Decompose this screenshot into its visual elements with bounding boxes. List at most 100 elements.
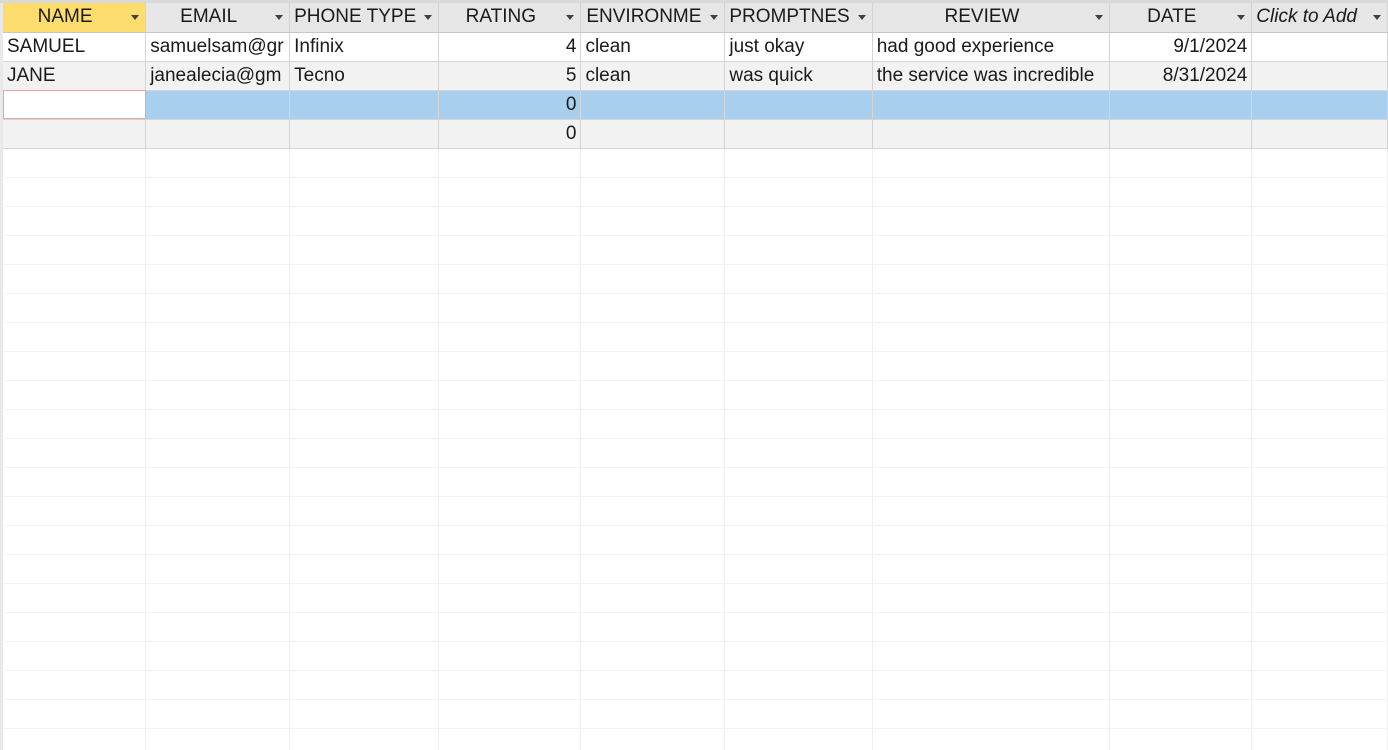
cell-rating[interactable]: 4 xyxy=(438,32,582,62)
empty-grid-cell xyxy=(580,525,726,555)
empty-grid-row xyxy=(3,612,1388,642)
dropdown-arrow-icon[interactable] xyxy=(566,15,575,20)
empty-grid-cell xyxy=(438,235,582,265)
cell-environment[interactable] xyxy=(580,119,726,149)
empty-grid-cell xyxy=(438,554,582,584)
cell-name[interactable]: JANE xyxy=(3,61,147,91)
cell-email[interactable] xyxy=(145,119,291,149)
empty-grid-cell xyxy=(438,728,582,750)
cell-review[interactable]: had good experience xyxy=(872,32,1111,62)
column-header-click-to-add[interactable]: Click to Add xyxy=(1251,3,1388,33)
empty-grid-cell xyxy=(1251,177,1388,207)
cell-environment[interactable]: clean xyxy=(580,61,726,91)
new-record-row: 0 xyxy=(3,90,1388,120)
empty-grid-cell xyxy=(724,322,873,352)
cell-phone-type[interactable] xyxy=(289,119,440,149)
empty-grid-cell xyxy=(3,351,147,381)
cell-name[interactable] xyxy=(3,119,147,149)
empty-grid-cell xyxy=(1109,670,1253,700)
cell-environment[interactable]: clean xyxy=(580,32,726,62)
empty-grid-cell xyxy=(1251,496,1388,526)
empty-grid-cell xyxy=(438,264,582,294)
empty-grid-cell xyxy=(3,293,147,323)
dropdown-arrow-icon[interactable] xyxy=(857,15,866,20)
cell-rating[interactable]: 5 xyxy=(438,61,582,91)
empty-grid-cell xyxy=(1251,264,1388,294)
empty-grid-cell xyxy=(438,293,582,323)
empty-grid-cell xyxy=(580,380,726,410)
empty-grid-row xyxy=(3,496,1388,526)
cell-phone-type[interactable]: Infinix xyxy=(289,32,440,62)
empty-grid-cell xyxy=(145,206,291,236)
empty-grid-cell xyxy=(289,409,440,439)
dropdown-arrow-icon[interactable] xyxy=(1373,15,1381,20)
column-header-promptness[interactable]: PROMPTNES xyxy=(724,3,873,33)
empty-grid-row xyxy=(3,467,1388,497)
cell-phone-type[interactable]: Tecno xyxy=(289,61,440,91)
empty-grid-cell xyxy=(289,380,440,410)
cell-rating[interactable]: 0 xyxy=(438,90,582,120)
empty-grid-cell xyxy=(580,612,726,642)
cell-review[interactable] xyxy=(872,119,1111,149)
empty-grid-cell xyxy=(438,612,582,642)
cell-date[interactable]: 8/31/2024 xyxy=(1109,61,1253,91)
cell-name[interactable]: SAMUEL xyxy=(3,32,147,62)
dropdown-arrow-icon[interactable] xyxy=(424,15,433,20)
column-header-name[interactable]: NAME xyxy=(3,3,147,33)
column-header-environment[interactable]: ENVIRONME xyxy=(580,3,726,33)
column-header-rating[interactable]: RATING xyxy=(438,3,582,33)
column-header-date[interactable]: DATE xyxy=(1109,3,1253,33)
dropdown-arrow-icon[interactable] xyxy=(710,15,719,20)
column-header-phone-type[interactable]: PHONE TYPE xyxy=(289,3,440,33)
empty-grid-cell xyxy=(872,438,1111,468)
empty-grid-cell xyxy=(1109,206,1253,236)
empty-grid-cell xyxy=(145,467,291,497)
empty-grid-cell xyxy=(145,496,291,526)
column-header-review[interactable]: REVIEW xyxy=(872,3,1111,33)
empty-grid-cell xyxy=(1109,380,1253,410)
empty-grid-cell xyxy=(289,554,440,584)
cell-environment[interactable] xyxy=(580,90,726,120)
cell-promptness[interactable]: just okay xyxy=(724,32,873,62)
cell-email[interactable] xyxy=(145,90,291,120)
empty-grid-cell xyxy=(724,264,873,294)
cell-promptness[interactable]: was quick xyxy=(724,61,873,91)
cell-phone-type[interactable] xyxy=(289,90,440,120)
cell-date[interactable]: 9/1/2024 xyxy=(1109,32,1253,62)
empty-grid-cell xyxy=(872,699,1111,729)
column-header-email[interactable]: EMAIL xyxy=(145,3,291,33)
cell-date[interactable] xyxy=(1109,90,1253,120)
cell-name-current[interactable] xyxy=(3,90,147,120)
empty-grid-cell xyxy=(289,438,440,468)
empty-grid-cell xyxy=(438,322,582,352)
empty-grid-cell xyxy=(3,235,147,265)
empty-grid-cell xyxy=(145,235,291,265)
cell-email[interactable]: janealecia@gm xyxy=(145,61,291,91)
cell-review[interactable] xyxy=(872,90,1111,120)
cell-extra[interactable] xyxy=(1251,32,1388,62)
empty-grid-row xyxy=(3,641,1388,671)
cell-promptness[interactable] xyxy=(724,119,873,149)
dropdown-arrow-icon[interactable] xyxy=(1237,15,1246,20)
empty-grid-cell xyxy=(724,583,873,613)
cell-extra[interactable] xyxy=(1251,61,1388,91)
cell-extra[interactable] xyxy=(1251,90,1388,120)
empty-grid-cell xyxy=(724,641,873,671)
cell-promptness[interactable] xyxy=(724,90,873,120)
empty-grid-cell xyxy=(289,264,440,294)
cell-rating[interactable]: 0 xyxy=(438,119,582,149)
dropdown-arrow-icon[interactable] xyxy=(1095,15,1104,20)
cell-email[interactable]: samuelsam@gr xyxy=(145,32,291,62)
empty-grid-cell xyxy=(3,670,147,700)
cell-date[interactable] xyxy=(1109,119,1253,149)
empty-grid-cell xyxy=(872,409,1111,439)
cell-review[interactable]: the service was incredible xyxy=(872,61,1111,91)
empty-grid-cell xyxy=(145,293,291,323)
empty-grid-cell xyxy=(145,409,291,439)
dropdown-arrow-icon[interactable] xyxy=(131,15,140,20)
dropdown-arrow-icon[interactable] xyxy=(275,15,284,20)
cell-extra[interactable] xyxy=(1251,119,1388,149)
empty-grid-cell xyxy=(1109,409,1253,439)
empty-grid-cell xyxy=(289,525,440,555)
empty-grid-row xyxy=(3,380,1388,410)
